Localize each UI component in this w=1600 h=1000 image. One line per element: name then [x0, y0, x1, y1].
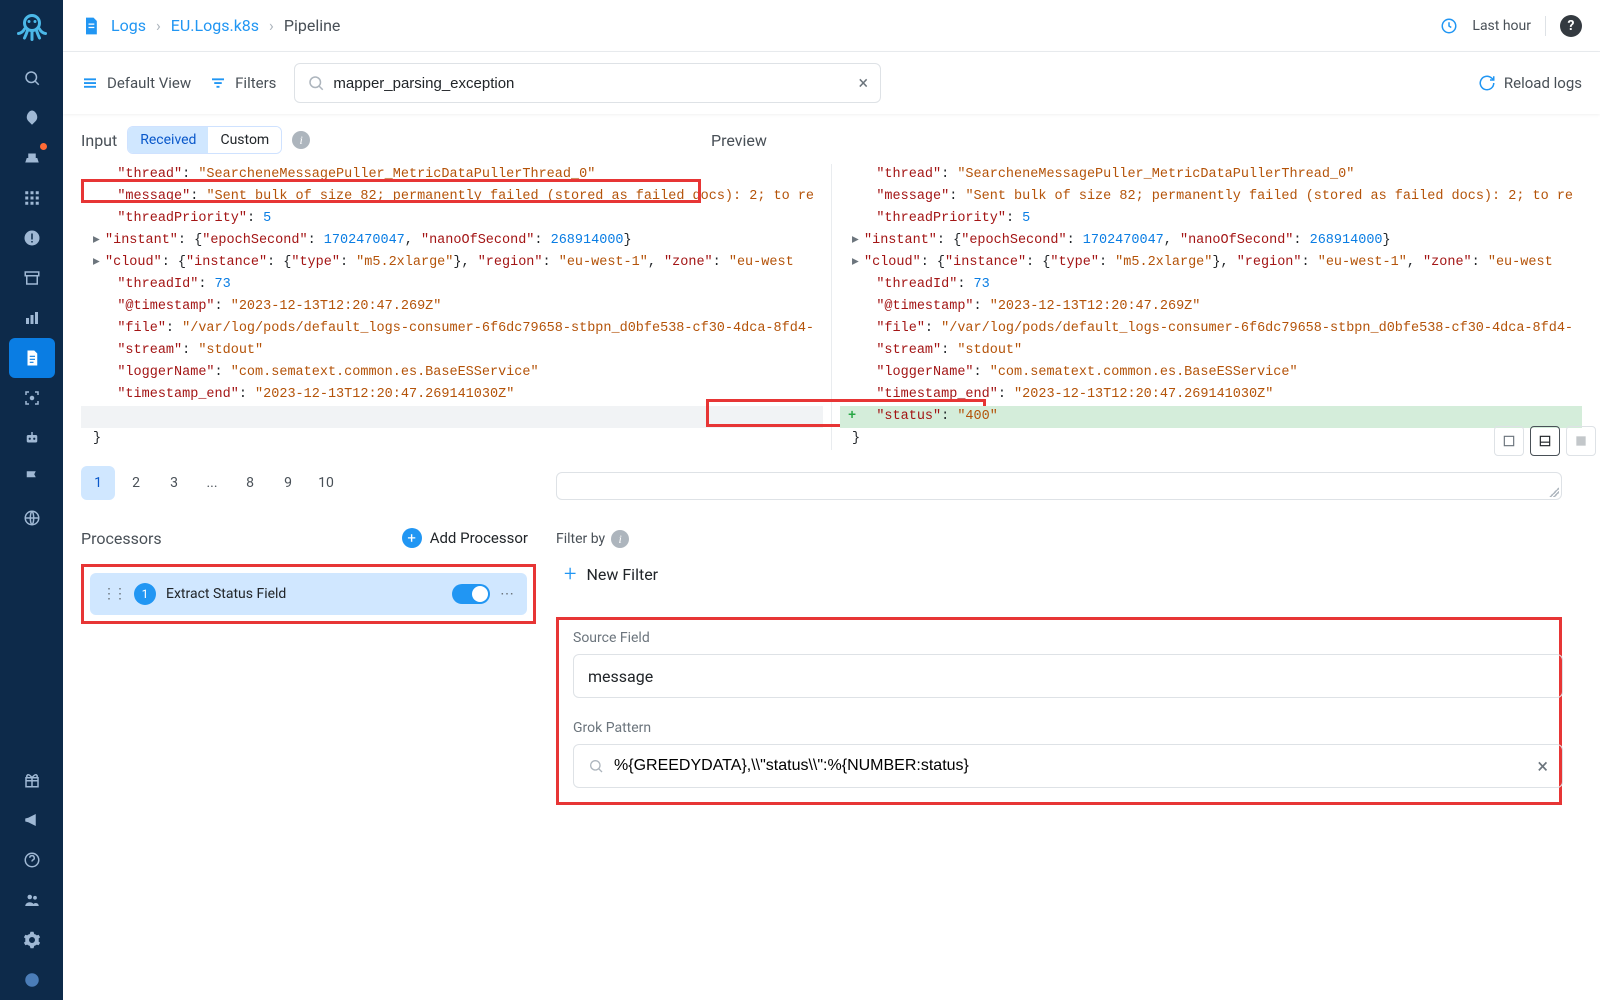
left-sidebar	[0, 0, 63, 1000]
add-processor-button[interactable]: + Add Processor	[402, 528, 528, 548]
page-9[interactable]: 9	[271, 466, 305, 500]
toolbar: Default View Filters × Reload logs	[63, 52, 1600, 114]
breadcrumb-current: Pipeline	[284, 16, 341, 35]
nav-ship[interactable]	[9, 138, 55, 178]
pagination: 1 2 3 ... 8 9 10	[81, 466, 343, 500]
grok-pattern-input[interactable]	[614, 757, 1537, 775]
reload-icon	[1478, 74, 1496, 92]
filters-button[interactable]: Filters	[209, 74, 276, 92]
nav-flag[interactable]	[9, 458, 55, 498]
chevron-right-icon: ›	[269, 16, 274, 35]
view-split-icon[interactable]	[1530, 426, 1560, 456]
processor-number: 1	[134, 583, 156, 605]
help-icon[interactable]: ?	[1560, 15, 1582, 37]
nav-grid[interactable]	[9, 178, 55, 218]
search-box[interactable]: ×	[294, 63, 881, 103]
default-view-button[interactable]: Default View	[81, 74, 191, 92]
filter-by-label: Filter by	[556, 531, 605, 547]
clear-search-icon[interactable]: ×	[859, 73, 869, 94]
processor-name: Extract Status Field	[166, 586, 442, 602]
nav-gift[interactable]	[9, 760, 55, 800]
nav-bars[interactable]	[9, 298, 55, 338]
info-icon[interactable]: i	[611, 530, 629, 548]
nav-logs[interactable]	[9, 338, 55, 378]
processor-item[interactable]: ⋮⋮ 1 Extract Status Field ⋯	[90, 573, 527, 615]
drag-handle-icon[interactable]: ⋮⋮	[102, 586, 124, 602]
view-mode-icons	[1494, 426, 1596, 456]
plus-circle-icon: +	[402, 528, 422, 548]
view-collapse-icon[interactable]	[1494, 426, 1524, 456]
plus-icon: +	[564, 562, 576, 587]
divider	[1545, 16, 1546, 36]
preview-title: Preview	[711, 131, 767, 150]
processors-title: Processors	[81, 529, 162, 548]
nav-settings[interactable]	[9, 920, 55, 960]
breadcrumb-root[interactable]: Logs	[111, 16, 146, 35]
clear-icon[interactable]: ×	[1537, 754, 1548, 778]
source-field-label: Source Field	[573, 630, 1545, 646]
received-tab[interactable]: Received	[128, 127, 208, 153]
logo-icon	[14, 8, 50, 44]
grok-pattern-input-box[interactable]: ×	[573, 744, 1563, 788]
nav-sphere[interactable]	[9, 960, 55, 1000]
breadcrumb-app[interactable]: EU.Logs.k8s	[171, 16, 259, 35]
input-title: Input	[81, 131, 117, 150]
nav-megaphone[interactable]	[9, 800, 55, 840]
list-icon	[81, 74, 99, 92]
breadcrumb-bar: Logs › EU.Logs.k8s › Pipeline Last hour …	[63, 0, 1600, 52]
nav-search[interactable]	[9, 58, 55, 98]
clock-icon	[1440, 17, 1458, 35]
nav-rocket[interactable]	[9, 98, 55, 138]
nav-bot[interactable]	[9, 418, 55, 458]
plus-icon: +	[848, 406, 856, 428]
view-full-icon[interactable]	[1566, 426, 1596, 456]
doc-icon	[81, 16, 101, 36]
description-textarea[interactable]	[556, 472, 1562, 500]
nav-team[interactable]	[9, 880, 55, 920]
page-8[interactable]: 8	[233, 466, 267, 500]
reload-button[interactable]: Reload logs	[1478, 74, 1582, 92]
time-range[interactable]: Last hour	[1472, 18, 1531, 34]
page-1[interactable]: 1	[81, 466, 115, 500]
search-icon	[588, 758, 604, 774]
input-mode-segment: Received Custom	[127, 126, 282, 154]
highlight-message-line	[81, 179, 701, 203]
nav-archive[interactable]	[9, 258, 55, 298]
search-input[interactable]	[333, 75, 858, 92]
source-field-select[interactable]: message ×	[573, 654, 1563, 698]
highlight-processor: ⋮⋮ 1 Extract Status Field ⋯	[81, 564, 536, 624]
filter-icon	[209, 74, 227, 92]
custom-tab[interactable]: Custom	[208, 127, 281, 153]
more-icon[interactable]: ⋯	[500, 586, 515, 602]
info-icon[interactable]: i	[292, 131, 310, 149]
search-icon	[307, 74, 325, 92]
page-ellipsis: ...	[195, 466, 229, 500]
nav-alert[interactable]	[9, 218, 55, 258]
highlight-config: Source Field message × Grok Pattern ×	[556, 617, 1562, 805]
nav-focus[interactable]	[9, 378, 55, 418]
grok-pattern-label: Grok Pattern	[573, 720, 1545, 736]
nav-help[interactable]	[9, 840, 55, 880]
page-2[interactable]: 2	[119, 466, 153, 500]
processor-toggle[interactable]	[452, 584, 490, 604]
page-3[interactable]: 3	[157, 466, 191, 500]
page-10[interactable]: 10	[309, 466, 343, 500]
nav-globe[interactable]	[9, 498, 55, 538]
preview-json-pane[interactable]: "thread": "SearcheneMessagePuller_Metric…	[840, 164, 1582, 450]
chevron-right-icon: ›	[156, 16, 161, 35]
new-filter-button[interactable]: + New Filter	[564, 562, 1562, 587]
